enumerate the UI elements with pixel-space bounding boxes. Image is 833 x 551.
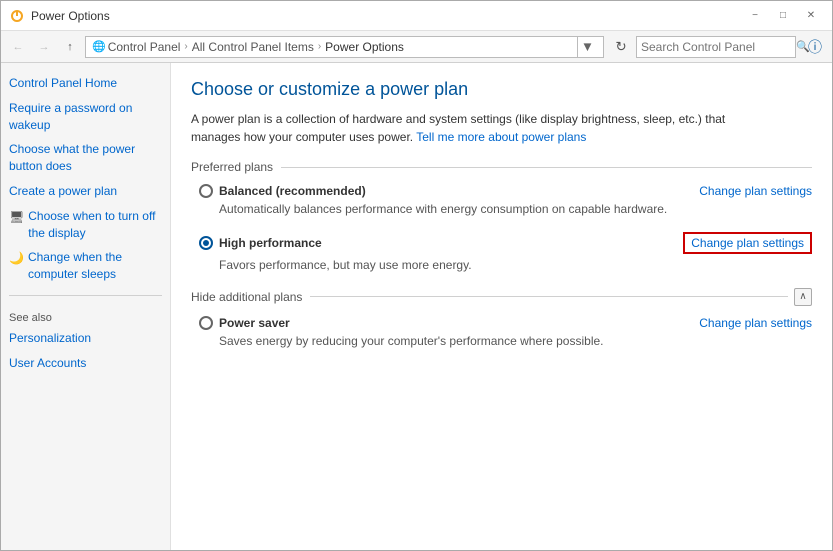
plan-balanced-header: Balanced (recommended) Change plan setti… bbox=[199, 184, 812, 198]
plan-hp-name: High performance bbox=[219, 236, 322, 250]
sidebar-link-personalization[interactable]: Personalization bbox=[9, 330, 162, 347]
window-controls: − □ ✕ bbox=[742, 6, 824, 26]
breadcrumb-all-items[interactable]: All Control Panel Items bbox=[192, 40, 314, 54]
sidebar: Control Panel Home Require a password on… bbox=[1, 63, 171, 550]
breadcrumb-dropdown-button[interactable]: ▼ bbox=[577, 36, 597, 58]
sidebar-link-password-label: Require a password on wakeup bbox=[9, 100, 162, 134]
preferred-plans-title: Preferred plans bbox=[191, 160, 273, 174]
back-button[interactable]: ← bbox=[7, 36, 29, 58]
hide-plans-line bbox=[310, 296, 788, 297]
breadcrumb-sep-2: › bbox=[318, 41, 321, 52]
plan-hp-name-row: High performance bbox=[199, 236, 322, 250]
close-button[interactable]: ✕ bbox=[798, 6, 824, 26]
breadcrumb-bar: 🌐 Control Panel › All Control Panel Item… bbox=[85, 36, 604, 58]
sidebar-link-sleep-label: Change when the computer sleeps bbox=[28, 249, 162, 283]
plan-hp-change-link[interactable]: Change plan settings bbox=[683, 232, 812, 254]
hide-plans-section: Hide additional plans ∧ Power saver Chan… bbox=[191, 288, 812, 350]
plan-hp-desc: Favors performance, but may use more ene… bbox=[199, 257, 812, 274]
window-icon bbox=[9, 8, 25, 24]
hide-plans-header: Hide additional plans ∧ bbox=[191, 288, 812, 306]
sidebar-link-create-plan-label: Create a power plan bbox=[9, 183, 117, 200]
search-box: 🔍 bbox=[636, 36, 796, 58]
preferred-plans-header: Preferred plans bbox=[191, 160, 812, 174]
window-title: Power Options bbox=[31, 9, 742, 23]
plan-power-saver: Power saver Change plan settings Saves e… bbox=[191, 316, 812, 350]
minimize-button[interactable]: − bbox=[742, 6, 768, 26]
monitor-icon: 🖥 bbox=[9, 209, 24, 226]
globe-icon: 🌐 bbox=[92, 40, 106, 53]
breadcrumb-control-panel[interactable]: Control Panel bbox=[108, 40, 181, 54]
page-title: Choose or customize a power plan bbox=[191, 79, 812, 100]
plan-ps-name: Power saver bbox=[219, 316, 290, 330]
personalization-label: Personalization bbox=[9, 330, 91, 347]
plan-balanced-name: Balanced (recommended) bbox=[219, 184, 366, 198]
plan-hp-radio[interactable] bbox=[199, 236, 213, 250]
sidebar-link-sleep[interactable]: 🌙 Change when the computer sleeps bbox=[9, 249, 162, 283]
plan-balanced-name-row: Balanced (recommended) bbox=[199, 184, 366, 198]
breadcrumb-current: Power Options bbox=[325, 40, 404, 54]
content-pane: Choose or customize a power plan A power… bbox=[171, 63, 832, 550]
main-area: Control Panel Home Require a password on… bbox=[1, 63, 832, 550]
plan-high-performance: High performance Change plan settings Fa… bbox=[191, 232, 812, 274]
plan-balanced-radio[interactable] bbox=[199, 184, 213, 198]
plan-balanced: Balanced (recommended) Change plan setti… bbox=[191, 184, 812, 218]
plan-ps-radio[interactable] bbox=[199, 316, 213, 330]
section-divider bbox=[281, 167, 812, 168]
title-bar: Power Options − □ ✕ bbox=[1, 1, 832, 31]
breadcrumb-sep-1: › bbox=[184, 41, 187, 52]
plan-balanced-change-link[interactable]: Change plan settings bbox=[699, 184, 812, 198]
plan-ps-change-link[interactable]: Change plan settings bbox=[699, 316, 812, 330]
sidebar-link-password[interactable]: Require a password on wakeup bbox=[9, 100, 162, 134]
sidebar-link-home-label: Control Panel Home bbox=[9, 75, 117, 92]
plan-balanced-desc: Automatically balances performance with … bbox=[199, 201, 812, 218]
sidebar-link-home[interactable]: Control Panel Home bbox=[9, 75, 162, 92]
sidebar-link-power-button-label: Choose what the power button does bbox=[9, 141, 162, 175]
main-window: Power Options − □ ✕ ← → ↑ 🌐 Control Pane… bbox=[0, 0, 833, 551]
moon-icon: 🌙 bbox=[9, 250, 24, 267]
help-button[interactable]: ⓘ bbox=[804, 36, 826, 58]
sidebar-link-create-plan[interactable]: Create a power plan bbox=[9, 183, 162, 200]
search-input[interactable] bbox=[641, 40, 796, 54]
sidebar-link-turn-off-display[interactable]: 🖥 Choose when to turn off the display bbox=[9, 208, 162, 242]
plan-ps-name-row: Power saver bbox=[199, 316, 290, 330]
see-also-title: See also bbox=[9, 312, 162, 324]
plan-ps-desc: Saves energy by reducing your computer's… bbox=[199, 333, 812, 350]
hide-plans-title: Hide additional plans bbox=[191, 290, 302, 304]
tell-me-more-link[interactable]: Tell me more about power plans bbox=[416, 130, 586, 144]
maximize-button[interactable]: □ bbox=[770, 6, 796, 26]
address-bar: ← → ↑ 🌐 Control Panel › All Control Pane… bbox=[1, 31, 832, 63]
refresh-button[interactable]: ↻ bbox=[610, 36, 632, 58]
sidebar-link-display-label: Choose when to turn off the display bbox=[28, 208, 162, 242]
page-description: A power plan is a collection of hardware… bbox=[191, 110, 751, 146]
plan-ps-header: Power saver Change plan settings bbox=[199, 316, 812, 330]
user-accounts-label: User Accounts bbox=[9, 355, 86, 372]
forward-button[interactable]: → bbox=[33, 36, 55, 58]
plan-hp-header: High performance Change plan settings bbox=[199, 232, 812, 254]
sidebar-divider bbox=[9, 295, 162, 296]
sidebar-link-user-accounts[interactable]: User Accounts bbox=[9, 355, 162, 372]
sidebar-link-power-button[interactable]: Choose what the power button does bbox=[9, 141, 162, 175]
collapse-button[interactable]: ∧ bbox=[794, 288, 812, 306]
up-button[interactable]: ↑ bbox=[59, 36, 81, 58]
